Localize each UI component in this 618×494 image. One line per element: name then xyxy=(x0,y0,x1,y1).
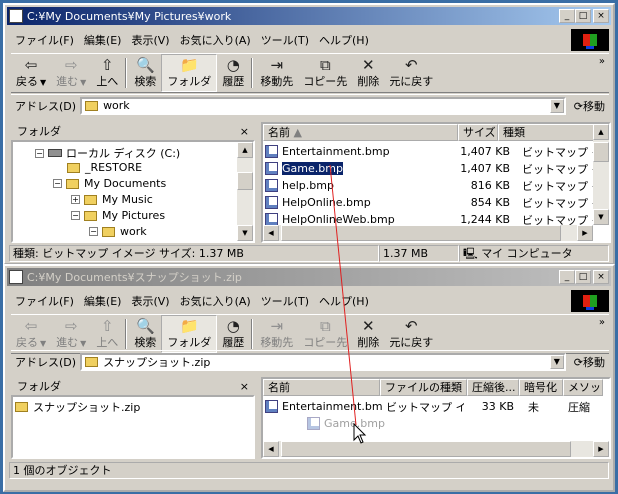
mouse-cursor-icon xyxy=(353,422,367,444)
drag-line xyxy=(329,164,357,426)
drag-overlay xyxy=(329,164,367,444)
